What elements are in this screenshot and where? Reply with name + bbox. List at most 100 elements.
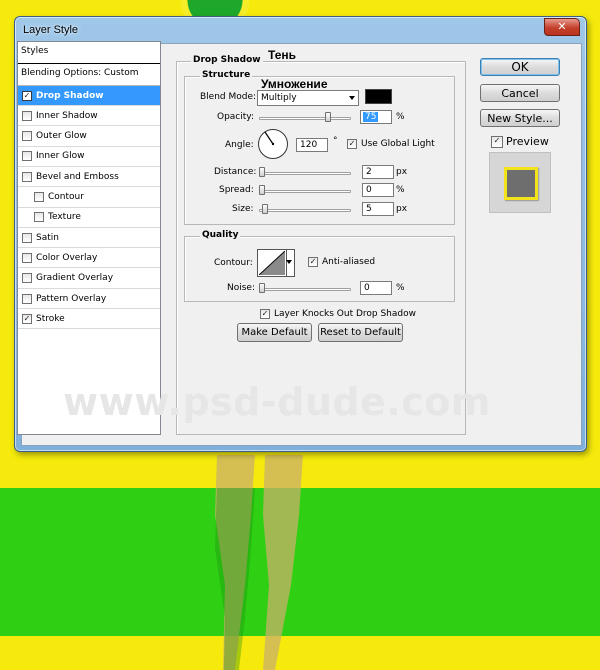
size-slider[interactable]: [259, 209, 351, 212]
style-item-label: Drop Shadow: [36, 90, 104, 101]
style-item-stroke[interactable]: ✓ Stroke: [18, 309, 160, 330]
style-item-label: Inner Shadow: [36, 110, 98, 121]
angle-dial-icon[interactable]: [257, 128, 289, 160]
style-item-drop-shadow[interactable]: ✓ Drop Shadow: [18, 86, 160, 106]
size-label: Size:: [232, 204, 254, 214]
ok-button[interactable]: OK: [480, 58, 560, 76]
distance-unit: px: [396, 167, 408, 177]
angle-input[interactable]: 120: [296, 138, 328, 152]
noise-slider-thumb[interactable]: [259, 283, 265, 293]
distance-input[interactable]: 2: [362, 165, 394, 179]
spread-slider-thumb[interactable]: [259, 185, 265, 195]
contour-picker[interactable]: [257, 249, 295, 277]
style-item-label: Bevel and Emboss: [36, 171, 119, 182]
style-checkbox[interactable]: ✓: [22, 90, 32, 101]
spread-slider[interactable]: [259, 190, 351, 193]
style-item-pattern-overlay[interactable]: Pattern Overlay: [18, 289, 160, 309]
preview-checkbox[interactable]: ✓: [491, 136, 503, 148]
distance-slider-thumb[interactable]: [259, 167, 265, 177]
chevron-down-icon[interactable]: [286, 260, 292, 264]
blend-mode-label: Blend Mode:: [200, 92, 257, 102]
layer-knocks-out-checkbox[interactable]: ✓: [260, 309, 270, 319]
distance-label: Distance:: [214, 167, 257, 177]
style-item-inner-glow[interactable]: Inner Glow: [18, 147, 160, 167]
background-legs-image: [215, 455, 303, 670]
style-checkbox[interactable]: ✓: [22, 313, 32, 324]
noise-input[interactable]: 0: [360, 281, 392, 295]
spread-label: Spread:: [219, 185, 254, 195]
opacity-unit: %: [396, 112, 405, 122]
style-item-label: Texture: [48, 212, 81, 223]
blend-mode-value: Multiply: [261, 93, 297, 103]
style-checkbox[interactable]: [34, 192, 44, 202]
shadow-color-swatch[interactable]: [365, 89, 392, 104]
reset-to-default-button[interactable]: Reset to Default: [318, 323, 403, 342]
size-input[interactable]: 5: [362, 202, 394, 216]
style-item-bevel-and-emboss[interactable]: Bevel and Emboss: [18, 167, 160, 188]
opacity-label: Opacity:: [217, 112, 254, 122]
opacity-slider-thumb[interactable]: [325, 112, 331, 122]
new-style-button[interactable]: New Style...: [480, 109, 560, 127]
style-item-satin[interactable]: Satin: [18, 228, 160, 249]
style-checkbox[interactable]: [22, 151, 32, 162]
spread-unit: %: [396, 185, 405, 195]
use-global-light-label: Use Global Light: [361, 139, 435, 149]
make-default-button[interactable]: Make Default: [237, 323, 312, 342]
annotation-umnozhenie: Умножение: [261, 77, 328, 91]
style-item-label: Color Overlay: [36, 252, 98, 263]
style-checkbox[interactable]: [34, 212, 44, 223]
preview-swatch: [504, 167, 538, 200]
style-item-label: Stroke: [36, 313, 65, 324]
drop-shadow-title: Drop Shadow: [191, 55, 263, 65]
styles-header[interactable]: Styles: [18, 42, 160, 64]
size-slider-thumb[interactable]: [262, 204, 268, 214]
opacity-input[interactable]: 75: [360, 110, 392, 124]
style-checkbox[interactable]: [22, 110, 32, 121]
noise-unit: %: [396, 283, 405, 293]
style-checkbox[interactable]: [22, 171, 32, 182]
style-item-outer-glow[interactable]: Outer Glow: [18, 127, 160, 147]
noise-slider[interactable]: [259, 288, 351, 291]
use-global-light-checkbox[interactable]: ✓: [347, 139, 357, 149]
style-checkbox[interactable]: [22, 131, 32, 142]
quality-group: [184, 236, 455, 302]
style-checkbox[interactable]: [22, 232, 32, 243]
style-item-texture[interactable]: Texture: [18, 208, 160, 228]
chevron-down-icon: [349, 96, 355, 100]
noise-label: Noise:: [227, 283, 255, 293]
style-checkbox[interactable]: [22, 293, 32, 304]
watermark-text: www.psd-dude.com: [63, 380, 492, 424]
quality-title: Quality: [200, 230, 241, 240]
spread-input[interactable]: 0: [362, 183, 394, 197]
style-item-color-overlay[interactable]: Color Overlay: [18, 248, 160, 269]
contour-label: Contour:: [214, 258, 253, 268]
style-item-gradient-overlay[interactable]: Gradient Overlay: [18, 269, 160, 289]
anti-aliased-checkbox[interactable]: ✓: [308, 257, 318, 267]
distance-slider[interactable]: [259, 172, 351, 175]
dialog-title: Layer Style: [23, 24, 79, 36]
cancel-button[interactable]: Cancel: [480, 84, 560, 102]
angle-label: Angle:: [225, 140, 254, 150]
preview-box: [489, 152, 551, 213]
styles-list: Styles Blending Options: Custom ✓ Drop Sh…: [17, 41, 161, 435]
blending-options-item[interactable]: Blending Options: Custom: [18, 64, 160, 86]
style-item-label: Gradient Overlay: [36, 273, 114, 284]
layer-knocks-out-label: Layer Knocks Out Drop Shadow: [274, 309, 416, 319]
contour-linear-icon: [259, 251, 285, 275]
style-item-inner-shadow[interactable]: Inner Shadow: [18, 106, 160, 127]
preview-label: Preview: [506, 135, 549, 148]
style-item-contour[interactable]: Contour: [18, 188, 160, 208]
blend-mode-select[interactable]: Multiply: [257, 90, 359, 106]
opacity-value: 75: [363, 112, 379, 122]
style-checkbox[interactable]: [22, 273, 32, 284]
style-checkbox[interactable]: [22, 252, 32, 263]
style-item-label: Contour: [48, 192, 84, 202]
structure-title: Structure: [200, 70, 253, 80]
style-item-label: Satin: [36, 232, 59, 243]
opacity-slider[interactable]: [259, 117, 351, 120]
anti-aliased-label: Anti-aliased: [322, 257, 376, 267]
style-item-label: Inner Glow: [36, 151, 85, 162]
degree-symbol: °: [333, 136, 338, 146]
annotation-ten: Тень: [268, 48, 297, 62]
close-button[interactable]: ✕: [544, 18, 580, 36]
